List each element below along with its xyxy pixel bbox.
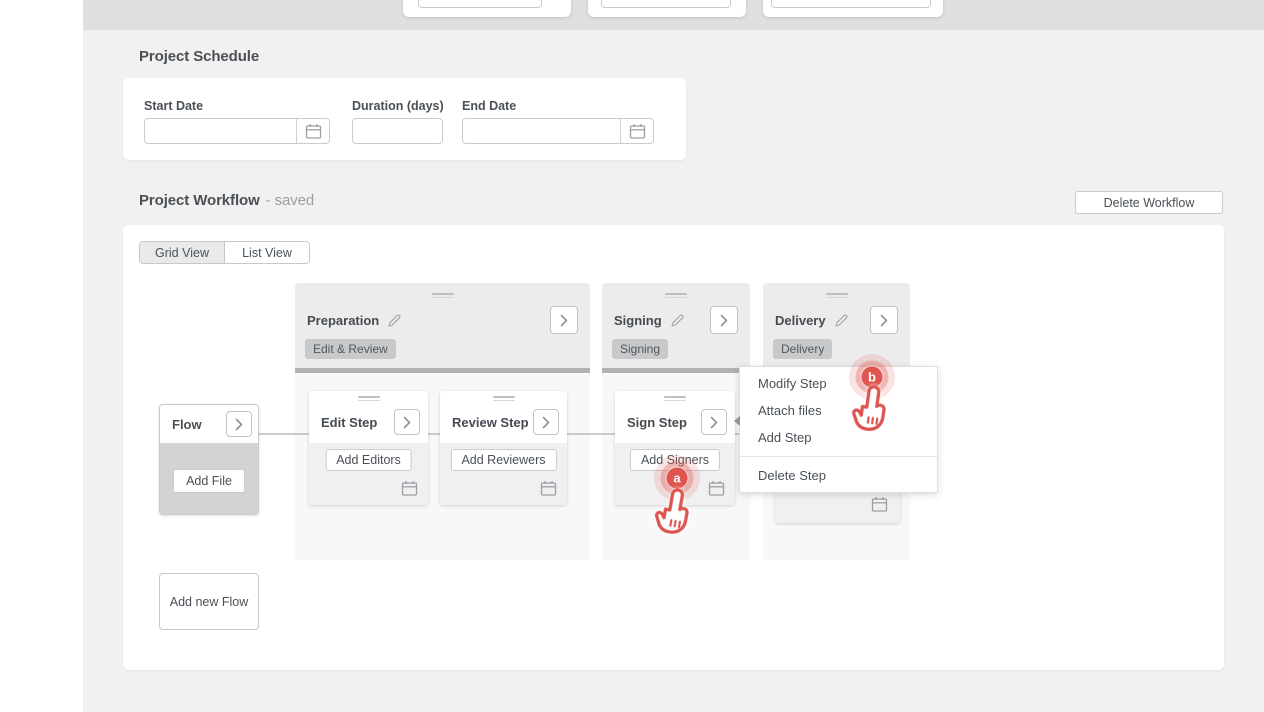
drag-handle-icon[interactable] [665,293,687,298]
pencil-icon[interactable] [670,313,685,328]
workflow-panel: Grid View List View Preparation Edit & R… [123,225,1224,670]
main-content-area: Project Schedule Start Date Duration (da… [83,0,1264,712]
delete-workflow-button[interactable]: Delete Workflow [1075,191,1223,214]
workflow-saved-status: - saved [266,192,315,209]
column-track [602,368,750,373]
step-title: Sign Step [627,415,687,430]
end-date-calendar-button[interactable] [620,119,653,143]
add-file-button[interactable]: Add File [173,469,245,493]
top-partial-input[interactable] [418,0,542,8]
drag-handle-icon[interactable] [432,293,454,298]
top-partial-input[interactable] [771,0,931,8]
top-partial-card [403,0,571,17]
chevron-right-icon [403,416,411,429]
step-calendar-button[interactable] [540,480,557,497]
calendar-icon [540,480,557,497]
pencil-icon[interactable] [387,313,402,328]
add-reviewers-button[interactable]: Add Reviewers [450,449,556,471]
column-expand-button[interactable] [870,306,898,334]
step-card-review: Review Step Add Reviewers [440,391,567,505]
workflow-title: Project Workflow [139,192,260,209]
menu-separator [740,456,937,457]
menu-item-modify-step[interactable]: Modify Step [740,370,937,397]
menu-caret-icon [734,416,740,426]
add-new-flow-button[interactable]: Add new Flow [159,573,259,630]
calendar-icon [305,123,322,140]
start-date-calendar-button[interactable] [296,119,329,143]
step-title: Edit Step [321,415,377,430]
flow-card: Flow Add File [159,404,259,515]
hand-cursor-icon [647,483,703,541]
chevron-right-icon [235,418,243,431]
drag-handle-icon[interactable] [826,293,848,298]
start-date-input[interactable] [145,119,296,143]
column-badge: Signing [612,339,668,359]
chevron-right-icon [560,314,568,327]
drag-handle-icon[interactable] [358,396,380,401]
duration-field: Duration (days) [352,99,444,144]
column-title: Preparation [307,313,379,328]
page: Project Schedule Start Date Duration (da… [0,0,1264,712]
schedule-title: Project Schedule [139,48,259,65]
schedule-card: Start Date Duration (days) End Date [123,78,686,160]
column-title: Delivery [775,313,826,328]
workflow-header: Project Workflow - saved [139,192,314,209]
chevron-right-icon [710,416,718,429]
chevron-right-icon [880,314,888,327]
start-date-field: Start Date [144,99,330,144]
flow-expand-button[interactable] [226,411,252,437]
step-calendar-button[interactable] [708,480,725,497]
pencil-icon[interactable] [834,313,849,328]
drag-handle-icon[interactable] [664,396,686,401]
column-track [295,368,590,373]
menu-item-add-step[interactable]: Add Step [740,424,937,451]
menu-item-delete-step[interactable]: Delete Step [740,462,937,489]
top-partial-card [588,0,746,17]
step-title: Review Step [452,415,529,430]
start-date-label: Start Date [144,99,330,113]
duration-input[interactable] [353,119,442,143]
menu-item-attach-files[interactable]: Attach files [740,397,937,424]
step-expand-button[interactable] [701,409,727,435]
calendar-icon [871,496,888,513]
step-context-menu: Modify Step Attach files Add Step Delete… [739,366,938,493]
step-calendar-button[interactable] [871,496,888,513]
view-tabs: Grid View List View [139,241,310,264]
hand-cursor-icon [845,381,899,437]
column-badge: Delivery [773,339,832,359]
step-expand-button[interactable] [533,409,559,435]
column-expand-button[interactable] [710,306,738,334]
top-partial-input[interactable] [601,0,731,8]
chevron-right-icon [542,416,550,429]
calendar-icon [401,480,418,497]
end-date-field: End Date [462,99,654,144]
tab-list-view[interactable]: List View [224,241,310,264]
end-date-label: End Date [462,99,654,113]
calendar-icon [708,480,725,497]
drag-handle-icon[interactable] [493,396,515,401]
step-card-edit: Edit Step Add Editors [309,391,428,505]
calendar-icon [629,123,646,140]
column-expand-button[interactable] [550,306,578,334]
duration-label: Duration (days) [352,99,444,113]
column-title: Signing [614,313,662,328]
chevron-right-icon [720,314,728,327]
flow-title: Flow [172,417,202,432]
column-badge: Edit & Review [305,339,396,359]
step-expand-button[interactable] [394,409,420,435]
top-partial-card [763,0,943,17]
step-calendar-button[interactable] [401,480,418,497]
tab-grid-view[interactable]: Grid View [139,241,225,264]
add-editors-button[interactable]: Add Editors [325,449,412,471]
end-date-input[interactable] [463,119,620,143]
